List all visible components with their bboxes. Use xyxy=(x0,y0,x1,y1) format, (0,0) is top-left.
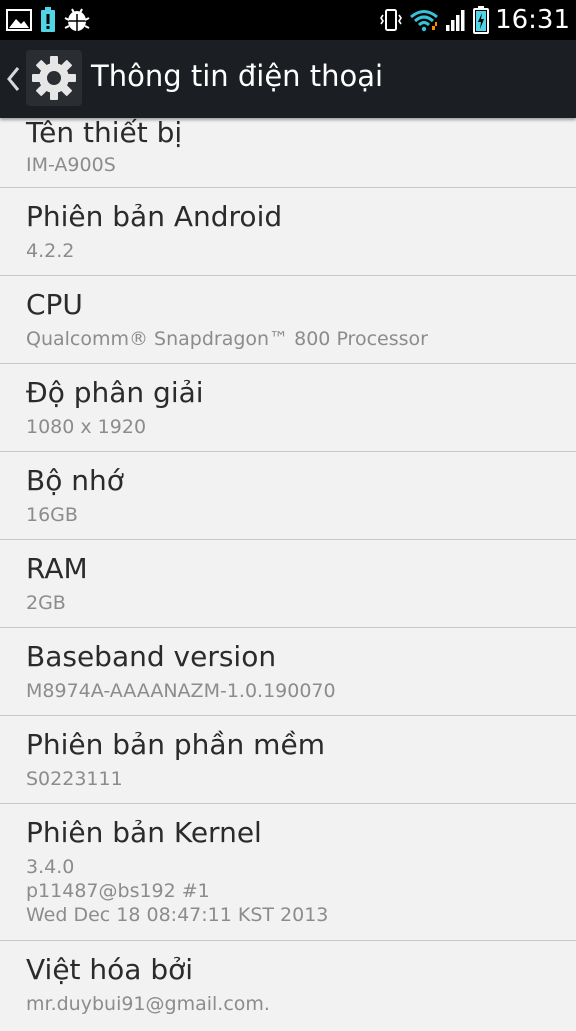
list-item-kernel-version[interactable]: Phiên bản Kernel 3.4.0 p11487@bs192 #1 W… xyxy=(0,804,576,941)
list-item-resolution[interactable]: Độ phân giải 1080 x 1920 xyxy=(0,364,576,452)
gallery-icon xyxy=(6,9,32,31)
item-label: CPU xyxy=(26,288,83,321)
back-chevron-icon[interactable] xyxy=(4,64,22,94)
list-item-device-name[interactable]: Tên thiết bị IM-A900S xyxy=(0,116,576,188)
wifi-icon xyxy=(409,8,439,32)
kernel-date-line: Wed Dec 18 08:47:11 KST 2013 xyxy=(26,904,329,926)
status-bar-right: 16:31 xyxy=(379,4,570,36)
vibrate-icon xyxy=(379,8,403,32)
kernel-build-line: p11487@bs192 #1 xyxy=(26,880,210,902)
list-item-localized-by[interactable]: Việt hóa bởi mr.duybui91@gmail.com. xyxy=(0,941,576,1031)
list-item-android-version[interactable]: Phiên bản Android 4.2.2 xyxy=(0,188,576,276)
item-label: Baseband version xyxy=(26,640,277,673)
settings-gear-icon[interactable] xyxy=(26,50,82,106)
item-value: S0223111 xyxy=(26,768,123,790)
list-item-ram[interactable]: RAM 2GB xyxy=(0,540,576,628)
item-value: IM-A900S xyxy=(26,154,116,176)
list-item-baseband-version[interactable]: Baseband version M8974A-AAAANAZM-1.0.190… xyxy=(0,628,576,716)
item-label: RAM xyxy=(26,552,88,585)
page-title: Thông tin điện thoại xyxy=(91,59,384,93)
status-time: 16:31 xyxy=(495,5,570,35)
item-label: Tên thiết bị xyxy=(26,116,183,149)
action-bar: Thông tin điện thoại xyxy=(0,40,576,118)
phone-info-list: Tên thiết bị IM-A900S Phiên bản Android … xyxy=(0,116,576,1031)
item-value: 1080 x 1920 xyxy=(26,416,147,438)
alert-battery-icon xyxy=(40,7,56,33)
list-item-software-version[interactable]: Phiên bản phần mềm S0223111 xyxy=(0,716,576,804)
item-label: Phiên bản Android xyxy=(26,200,283,233)
item-value: mr.duybui91@gmail.com. xyxy=(26,993,270,1015)
item-value: M8974A-AAAANAZM-1.0.190070 xyxy=(26,680,336,702)
item-label: Bộ nhớ xyxy=(26,464,124,497)
item-value: 16GB xyxy=(26,504,78,526)
signal-icon xyxy=(445,8,467,32)
item-value-multiline: 3.4.0 p11487@bs192 #1 Wed Dec 18 08:47:1… xyxy=(26,855,328,927)
list-item-cpu[interactable]: CPU Qualcomm® Snapdragon™ 800 Processor xyxy=(0,276,576,364)
item-value: Qualcomm® Snapdragon™ 800 Processor xyxy=(26,328,428,350)
status-bar-left xyxy=(6,6,90,34)
status-bar: 16:31 xyxy=(0,0,576,40)
battery-charging-icon xyxy=(473,6,490,34)
kernel-version-line: 3.4.0 xyxy=(26,856,75,878)
item-label: Độ phân giải xyxy=(26,376,204,409)
item-value: 4.2.2 xyxy=(26,240,75,262)
item-label: Phiên bản phần mềm xyxy=(26,728,325,761)
android-debug-icon xyxy=(64,8,90,32)
item-label: Phiên bản Kernel xyxy=(26,816,262,849)
list-item-storage[interactable]: Bộ nhớ 16GB xyxy=(0,452,576,540)
item-value: 2GB xyxy=(26,592,66,614)
item-label: Việt hóa bởi xyxy=(26,953,194,986)
